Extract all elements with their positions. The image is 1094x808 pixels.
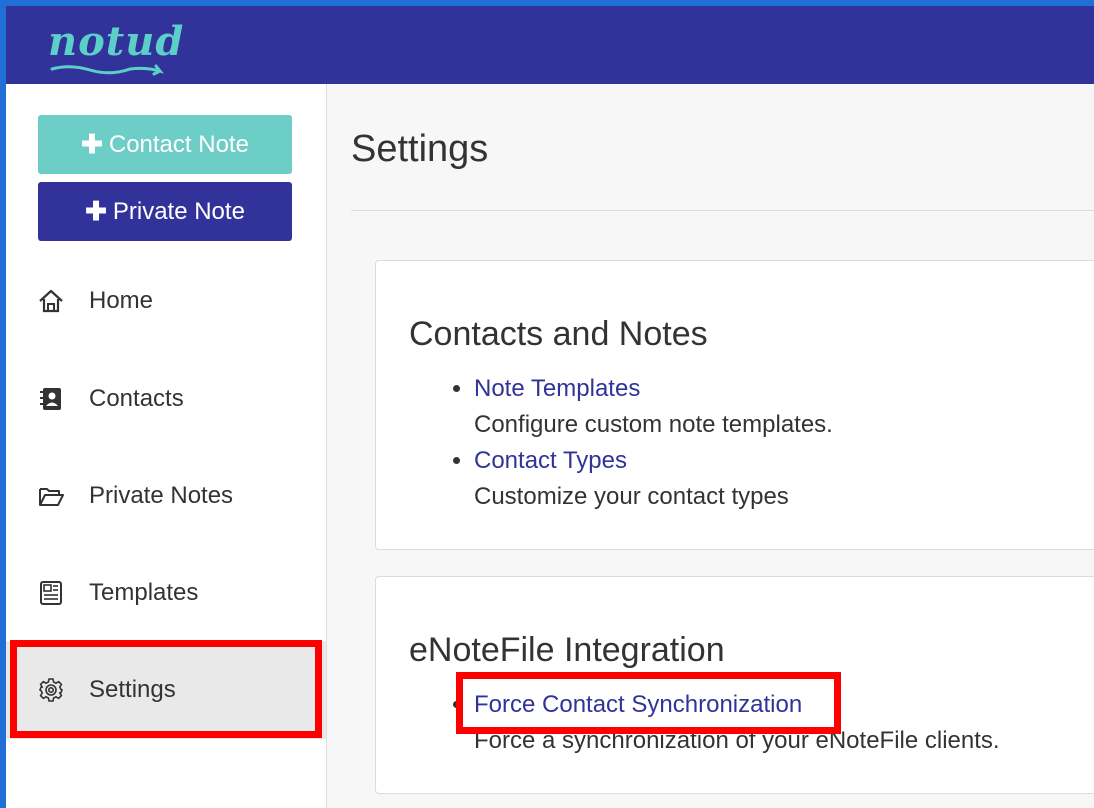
card-heading: Contacts and Notes xyxy=(409,315,708,353)
settings-card-enotefile-integration: eNoteFile Integration Force Contact Sync… xyxy=(375,576,1094,794)
sidebar-item-private-notes[interactable]: Private Notes xyxy=(6,447,326,544)
app-logo[interactable]: notud xyxy=(48,20,184,64)
list-item-description: Force a synchronization of your eNoteFil… xyxy=(474,727,1000,754)
list-item: Force Contact Synchronization Force a sy… xyxy=(474,687,1000,759)
logo-swoosh-icon xyxy=(50,64,165,76)
contacts-book-icon xyxy=(40,387,61,410)
settings-list: Note Templates Configure custom note tem… xyxy=(416,371,833,515)
folder-open-icon xyxy=(39,487,64,506)
sidebar-item-label: Private Notes xyxy=(89,481,234,509)
sidebar-item-contacts[interactable]: Contacts xyxy=(6,350,326,447)
add-private-note-button[interactable]: ✚ Private Note xyxy=(38,182,292,241)
plus-icon: ✚ xyxy=(85,196,107,226)
settings-card-contacts-and-notes: Contacts and Notes Note Templates Config… xyxy=(375,260,1094,550)
sidebar-item-templates[interactable]: Templates xyxy=(6,544,326,641)
plus-icon: ✚ xyxy=(81,129,103,159)
main-content: Settings Contacts and Notes Note Templat… xyxy=(327,84,1094,808)
add-contact-note-button[interactable]: ✚ Contact Note xyxy=(38,115,292,174)
card-heading: eNoteFile Integration xyxy=(409,631,725,669)
list-item: Note Templates Configure custom note tem… xyxy=(474,371,833,443)
list-item-description: Configure custom note templates. xyxy=(474,411,833,438)
page-title: Settings xyxy=(351,128,489,170)
home-icon xyxy=(39,289,63,312)
sidebar-item-label: Templates xyxy=(89,578,199,606)
settings-list: Force Contact Synchronization Force a sy… xyxy=(416,687,1000,759)
sidebar-item-settings[interactable]: Settings xyxy=(6,641,326,739)
sidebar-item-home[interactable]: Home xyxy=(6,252,326,349)
sidebar-item-label: Home xyxy=(89,286,154,314)
add-contact-note-label: Contact Note xyxy=(108,130,249,158)
list-item-description: Customize your contact types xyxy=(474,483,789,510)
sidebar-item-label: Settings xyxy=(89,676,176,703)
top-bar: notud xyxy=(6,6,1094,84)
title-divider xyxy=(351,210,1094,211)
force-contact-sync-link[interactable]: Force Contact Synchronization xyxy=(474,687,1000,723)
list-item: Contact Types Customize your contact typ… xyxy=(474,443,833,515)
note-templates-link[interactable]: Note Templates xyxy=(474,371,833,407)
template-icon xyxy=(40,580,62,605)
sidebar: ✚ Contact Note ✚ Private Note Home Conta… xyxy=(6,84,327,808)
contact-types-link[interactable]: Contact Types xyxy=(474,443,833,479)
gear-icon xyxy=(39,678,63,702)
sidebar-item-label: Contacts xyxy=(89,384,184,412)
add-private-note-label: Private Note xyxy=(112,197,245,225)
